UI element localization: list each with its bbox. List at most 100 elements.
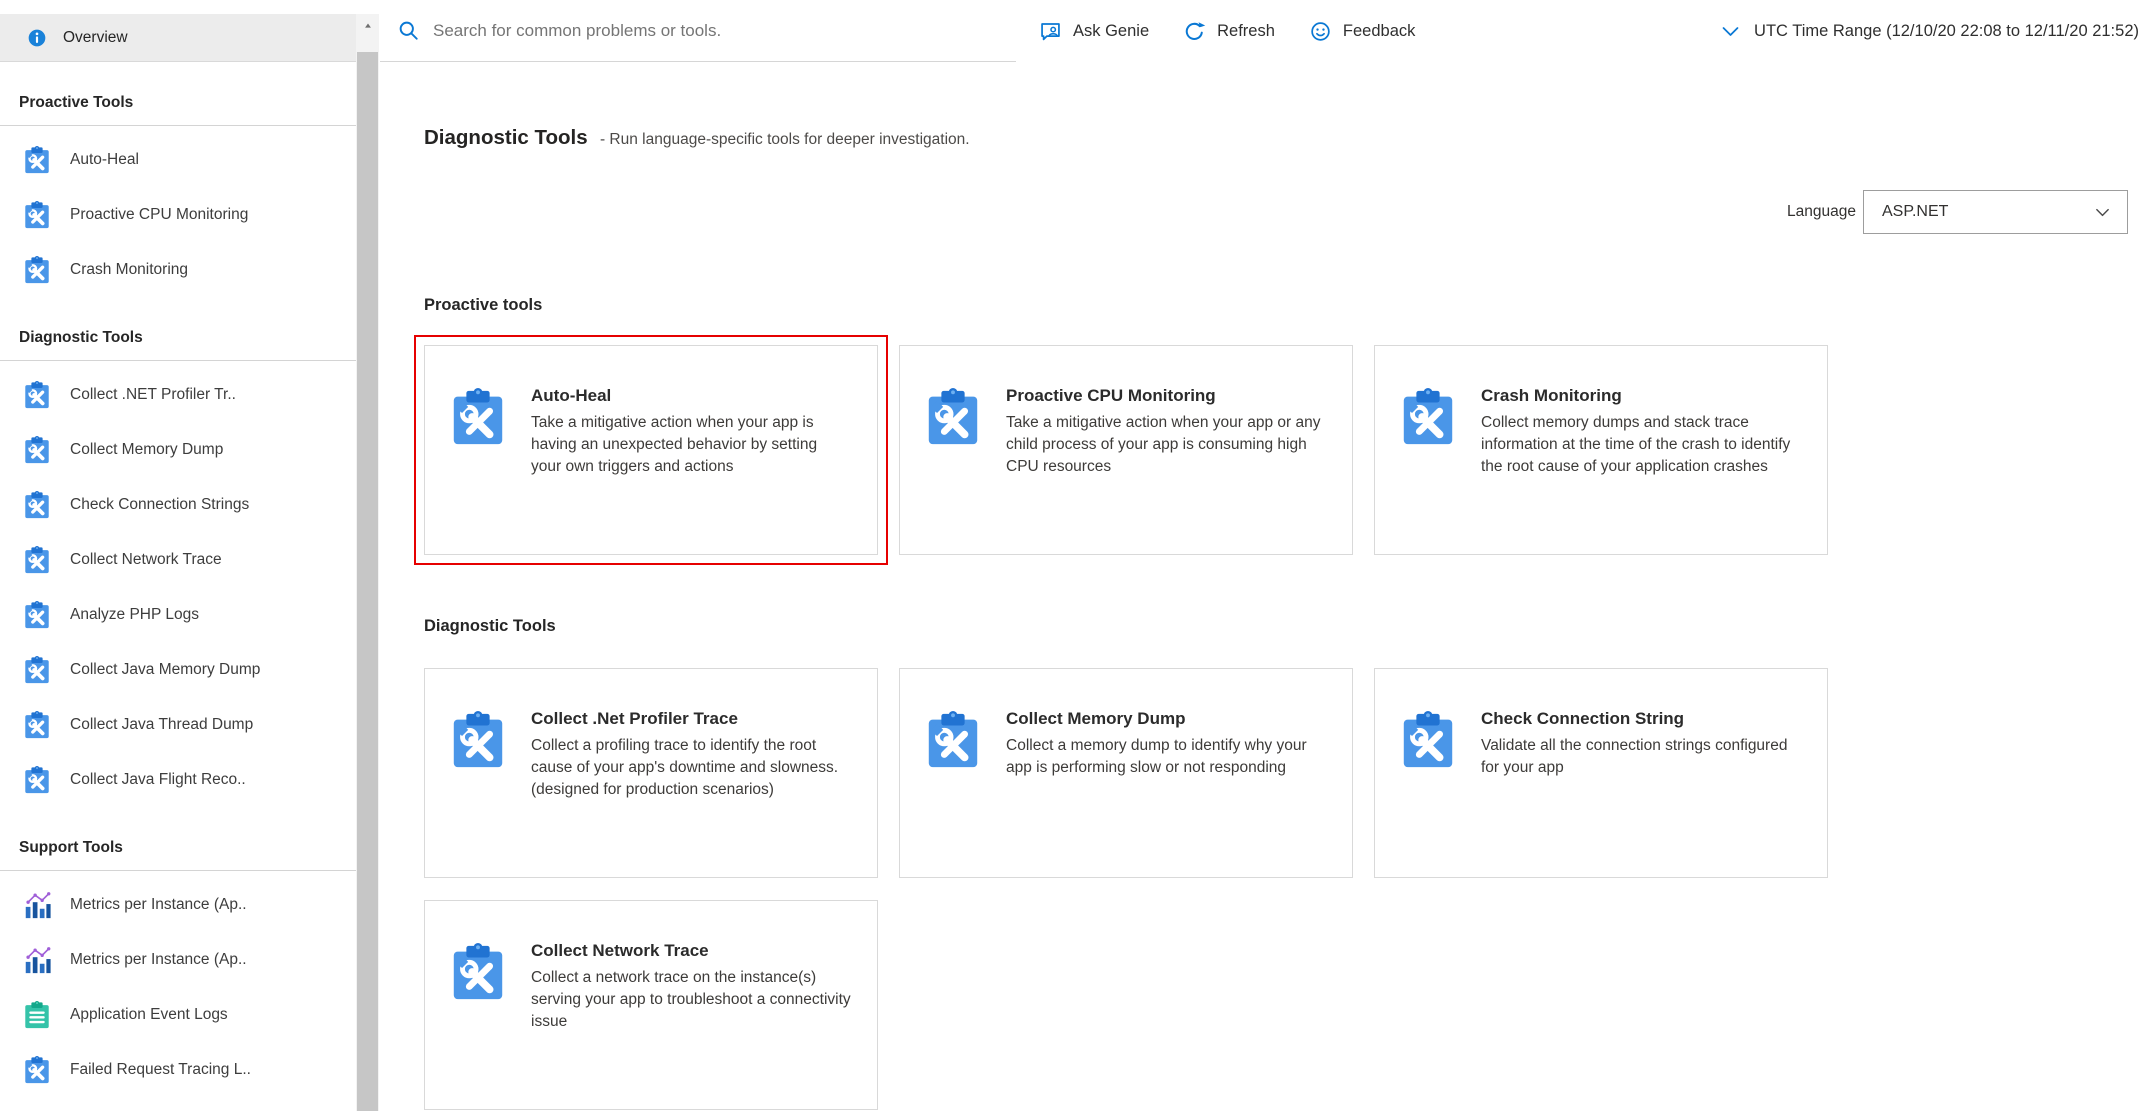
clipboard-tool-icon	[22, 380, 52, 410]
sidebar-section: Diagnostic Tools Collect .NET Profiler T…	[0, 329, 356, 807]
clipboard-tool-icon	[22, 765, 52, 795]
page-subtitle: - Run language-specific tools for deeper…	[600, 131, 970, 148]
sidebar-item-proactive-cpu-monitoring[interactable]: Proactive CPU Monitoring	[0, 187, 356, 242]
tool-card-text: Collect Memory Dump Collect a memory dum…	[1006, 709, 1326, 857]
clipboard-tool-icon	[22, 255, 52, 285]
tool-card-title: Collect Memory Dump	[1006, 709, 1326, 729]
sidebar-sections: Proactive Tools Auto-Heal Proactive CPU …	[0, 94, 356, 1097]
tool-card-crash-monitoring[interactable]: Crash Monitoring Collect memory dumps an…	[1374, 345, 1828, 555]
clipboard-tool-icon	[447, 386, 509, 448]
feedback-button[interactable]: Feedback	[1292, 20, 1432, 43]
sidebar-section: Support Tools Metrics per Instance (Ap..…	[0, 839, 356, 1097]
search-input[interactable]	[433, 21, 1016, 41]
sidebar-item-label: Overview	[63, 29, 128, 47]
sidebar-section-items: Collect .NET Profiler Tr.. Collect Memor…	[0, 361, 356, 807]
sidebar-item-label: Collect Java Flight Reco..	[70, 771, 246, 789]
topbar: Ask Genie Refresh Feedback UTC Time Rang…	[380, 0, 2151, 62]
topbar-action-label: Ask Genie	[1073, 22, 1149, 41]
search-field[interactable]	[380, 0, 1016, 62]
scrollbar-up-button[interactable]	[356, 14, 379, 38]
feedback-icon	[1309, 20, 1332, 43]
metrics-chart-icon	[22, 890, 52, 920]
tool-section-title: Proactive tools	[424, 296, 2151, 315]
sidebar-item-application-event-logs[interactable]: Application Event Logs	[0, 987, 356, 1042]
clipboard-tool-icon	[447, 709, 509, 771]
chevron-down-icon	[1720, 21, 1741, 42]
sidebar-item-metrics-per-instance-ap[interactable]: Metrics per Instance (Ap..	[0, 877, 356, 932]
tool-card-collect-network-trace[interactable]: Collect Network Trace Collect a network …	[424, 900, 878, 1110]
sidebar-item-label: Collect Java Thread Dump	[70, 716, 253, 734]
sidebar-item-auto-heal[interactable]: Auto-Heal	[0, 132, 356, 187]
tool-card-check-connection-string[interactable]: Check Connection String Validate all the…	[1374, 668, 1828, 878]
sidebar: Overview Proactive Tools Auto-Heal Proac…	[0, 0, 356, 1111]
sidebar-item-label: Analyze PHP Logs	[70, 606, 199, 624]
sidebar-item-label: Collect Network Trace	[70, 551, 222, 569]
triangle-up-icon	[362, 21, 374, 31]
clipboard-tool-icon	[447, 941, 509, 1003]
tool-card-description: Validate all the connection strings conf…	[1481, 735, 1801, 779]
sidebar-item-collect-net-profiler-tr[interactable]: Collect .NET Profiler Tr..	[0, 367, 356, 422]
sidebar-item-collect-java-flight-reco[interactable]: Collect Java Flight Reco..	[0, 752, 356, 807]
sidebar-item-analyze-php-logs[interactable]: Analyze PHP Logs	[0, 587, 356, 642]
tool-card-title: Proactive CPU Monitoring	[1006, 386, 1326, 406]
cards-grid: Collect .Net Profiler Trace Collect a pr…	[424, 668, 2151, 1110]
sidebar-item-metrics-per-instance-ap[interactable]: Metrics per Instance (Ap..	[0, 932, 356, 987]
sidebar-item-overview[interactable]: Overview	[0, 14, 356, 62]
page-title: Diagnostic Tools	[424, 126, 588, 149]
time-range-label: UTC Time Range (12/10/20 22:08 to 12/11/…	[1754, 22, 2139, 41]
topbar-action-label: Feedback	[1343, 22, 1415, 41]
sidebar-item-label: Metrics per Instance (Ap..	[70, 951, 247, 969]
info-icon	[27, 28, 47, 48]
sidebar-item-crash-monitoring[interactable]: Crash Monitoring	[0, 242, 356, 297]
clipboard-tool-icon	[22, 600, 52, 630]
sidebar-item-label: Collect .NET Profiler Tr..	[70, 386, 236, 404]
chevron-down-icon	[2094, 204, 2111, 221]
cards-grid: Auto-Heal Take a mitigative action when …	[424, 345, 2151, 555]
refresh-icon	[1183, 20, 1206, 43]
time-range-selector[interactable]: UTC Time Range (12/10/20 22:08 to 12/11/…	[1720, 21, 2151, 42]
tool-card-text: Collect Network Trace Collect a network …	[531, 941, 851, 1089]
sidebar-item-collect-java-thread-dump[interactable]: Collect Java Thread Dump	[0, 697, 356, 752]
tool-card-collect-net-profiler-trace[interactable]: Collect .Net Profiler Trace Collect a pr…	[424, 668, 878, 878]
tool-card-auto-heal[interactable]: Auto-Heal Take a mitigative action when …	[424, 345, 878, 555]
main-content: Diagnostic Tools - Run language-specific…	[380, 62, 2151, 1111]
sidebar-item-label: Crash Monitoring	[70, 261, 188, 279]
tool-card-collect-memory-dump[interactable]: Collect Memory Dump Collect a memory dum…	[899, 668, 1353, 878]
event-logs-clipboard-icon	[22, 1000, 52, 1030]
clipboard-tool-icon	[22, 145, 52, 175]
genie-icon	[1039, 20, 1062, 43]
tool-card-proactive-cpu-monitoring[interactable]: Proactive CPU Monitoring Take a mitigati…	[899, 345, 1353, 555]
language-row: Language ASP.NET	[380, 190, 2128, 234]
tool-section-title: Diagnostic Tools	[424, 617, 2151, 636]
tool-section: Diagnostic Tools Collect .Net Profiler T…	[380, 617, 2151, 1110]
scrollbar-thumb[interactable]	[357, 52, 378, 1111]
sidebar-item-collect-java-memory-dump[interactable]: Collect Java Memory Dump	[0, 642, 356, 697]
search-icon	[397, 19, 420, 42]
page-heading: Diagnostic Tools - Run language-specific…	[424, 126, 2151, 150]
sidebar-item-collect-network-trace[interactable]: Collect Network Trace	[0, 532, 356, 587]
sidebar-item-label: Application Event Logs	[70, 1006, 228, 1024]
tool-card-title: Auto-Heal	[531, 386, 851, 406]
sidebar-section: Proactive Tools Auto-Heal Proactive CPU …	[0, 94, 356, 297]
tool-card-description: Take a mitigative action when your app o…	[1006, 412, 1326, 478]
sidebar-scrollbar[interactable]	[356, 14, 379, 1111]
ask-genie-button[interactable]: Ask Genie	[1022, 20, 1166, 43]
refresh-button[interactable]: Refresh	[1166, 20, 1292, 43]
sidebar-section-title: Support Tools	[0, 839, 356, 871]
language-select[interactable]: ASP.NET	[1863, 190, 2128, 234]
sidebar-item-check-connection-strings[interactable]: Check Connection Strings	[0, 477, 356, 532]
clipboard-tool-icon	[1397, 386, 1459, 448]
tool-card-title: Collect .Net Profiler Trace	[531, 709, 851, 729]
topbar-action-label: Refresh	[1217, 22, 1275, 41]
sidebar-item-failed-request-tracing-l[interactable]: Failed Request Tracing L..	[0, 1042, 356, 1097]
sidebar-item-collect-memory-dump[interactable]: Collect Memory Dump	[0, 422, 356, 477]
tool-card-title: Crash Monitoring	[1481, 386, 1801, 406]
tool-card-text: Crash Monitoring Collect memory dumps an…	[1481, 386, 1801, 534]
language-label: Language	[1787, 203, 1856, 221]
clipboard-tool-icon	[22, 545, 52, 575]
clipboard-tool-icon	[22, 490, 52, 520]
clipboard-tool-icon	[1397, 709, 1459, 771]
sidebar-section-items: Auto-Heal Proactive CPU Monitoring Crash…	[0, 126, 356, 297]
sidebar-item-label: Collect Memory Dump	[70, 441, 223, 459]
tool-card-description: Collect memory dumps and stack trace inf…	[1481, 412, 1801, 478]
